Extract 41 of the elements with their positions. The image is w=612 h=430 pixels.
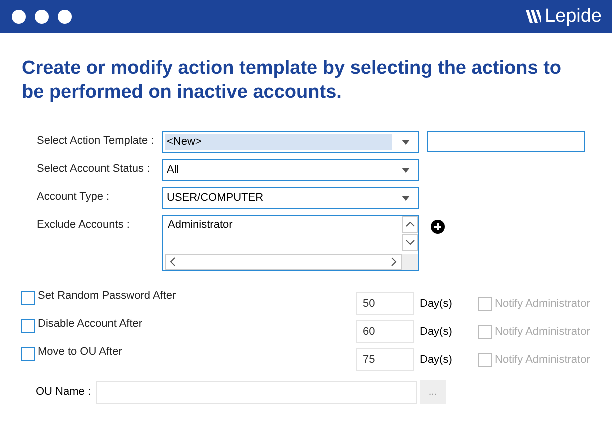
- list-box[interactable]: Administrator: [162, 215, 419, 271]
- dropdown[interactable]: USER/COMPUTER: [162, 187, 419, 209]
- field-label: Account Type :: [37, 190, 111, 203]
- caret-icon: [402, 140, 410, 144]
- checkbox-label: Set Random Password After: [38, 290, 178, 302]
- checkbox[interactable]: [21, 347, 35, 361]
- chevron-up-icon: [406, 222, 414, 227]
- chevron-down-icon: [406, 240, 414, 245]
- caret-icon: [402, 168, 410, 172]
- checkbox-label: Move to OU After: [38, 346, 124, 358]
- scroll-up-button[interactable]: [402, 216, 418, 233]
- unit-label: Day(s): [420, 326, 454, 338]
- unit-label: Day(s): [420, 354, 454, 366]
- list-item[interactable]: Administrator: [168, 219, 397, 231]
- window-control[interactable]: [58, 10, 72, 24]
- horizontal-scrollbar[interactable]: [165, 254, 402, 270]
- checkbox-label: Notify Administrator: [495, 298, 590, 310]
- days-field[interactable]: 75: [356, 348, 414, 371]
- page-heading: Create or modify action template by selecting the actions to be performed on inactive accounts.: [22, 57, 563, 105]
- field-label: Select Account Status :: [37, 162, 152, 175]
- caret-icon: [402, 196, 410, 200]
- field-label: OU Name :: [36, 386, 92, 398]
- window-control[interactable]: [35, 10, 49, 24]
- field-label: Select Action Template :: [37, 134, 156, 147]
- add-icon[interactable]: [431, 220, 445, 234]
- checkbox[interactable]: [21, 319, 35, 333]
- checkbox[interactable]: [21, 291, 35, 305]
- checkbox-label: Notify Administrator: [495, 326, 590, 338]
- days-field[interactable]: 60: [356, 320, 414, 343]
- dropdown[interactable]: All: [162, 159, 419, 181]
- checkbox-label: Notify Administrator: [495, 354, 590, 366]
- days-field[interactable]: 50: [356, 292, 414, 315]
- brand-name: Lepide: [544, 6, 602, 28]
- dropdown[interactable]: <New>: [162, 131, 419, 153]
- field-label: Exclude Accounts :: [37, 218, 131, 231]
- window-control[interactable]: [12, 10, 26, 24]
- checkbox-label: Disable Account After: [38, 318, 144, 330]
- scroll-down-button[interactable]: [402, 234, 418, 251]
- unit-label: Day(s): [420, 298, 454, 310]
- logo-icon: [526, 10, 541, 23]
- input-field[interactable]: [427, 131, 585, 152]
